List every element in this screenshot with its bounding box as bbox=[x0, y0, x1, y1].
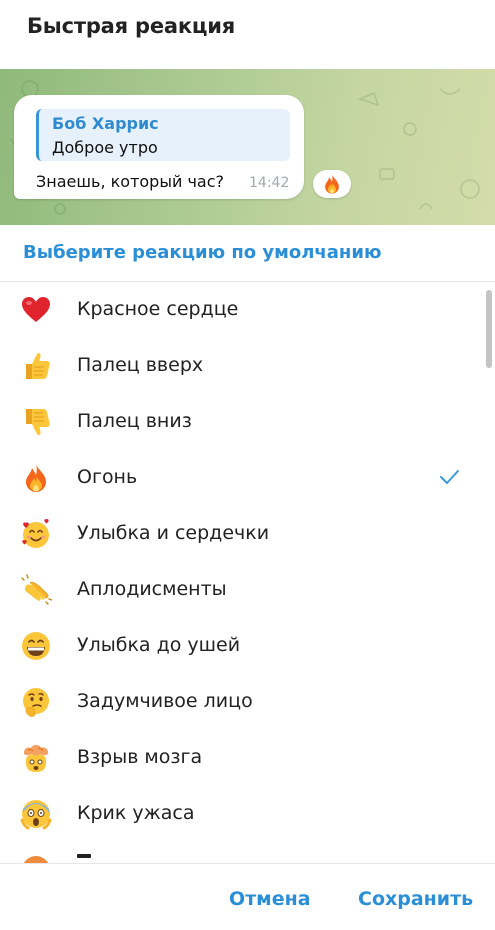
fire-icon bbox=[325, 174, 339, 194]
exploding-head-icon bbox=[23, 745, 49, 772]
reaction-label: Палец вниз bbox=[77, 410, 192, 432]
divider bbox=[0, 863, 495, 864]
screaming-face-icon bbox=[20, 800, 52, 830]
reaction-list: Красное сердце Палец вверх Палец вниз Ог… bbox=[0, 282, 495, 863]
reaction-item-partial[interactable] bbox=[0, 842, 480, 863]
reaction-label: Огонь bbox=[77, 466, 138, 488]
thumbs-down-icon bbox=[26, 409, 50, 436]
reaction-label: Аплодисменты bbox=[77, 578, 227, 600]
beaming-face-icon bbox=[22, 632, 50, 660]
reaction-item-clapping[interactable]: Аплодисменты bbox=[0, 562, 480, 618]
reaction-label: Задумчивое лицо bbox=[77, 690, 253, 712]
reply-author: Боб Харрис bbox=[52, 114, 159, 133]
thumbs-up-icon bbox=[26, 352, 50, 379]
message-time: 14:42 bbox=[249, 175, 290, 191]
reaction-label: Крик ужаса bbox=[77, 802, 195, 824]
section-label: Выберите реакцию по умолчанию bbox=[23, 242, 382, 263]
reaction-label: Красное сердце bbox=[77, 298, 239, 320]
reaction-item-thumbs-up[interactable]: Палец вверх bbox=[0, 338, 480, 394]
scrollbar[interactable] bbox=[486, 290, 492, 855]
save-button[interactable]: Сохранить bbox=[358, 888, 473, 910]
reaction-label-partial bbox=[77, 854, 91, 858]
reaction-item-red-heart[interactable]: Красное сердце bbox=[0, 282, 480, 338]
reaction-label: Взрыв мозга bbox=[77, 746, 203, 768]
reply-text: Доброе утро bbox=[52, 138, 158, 157]
fire-icon bbox=[26, 464, 46, 492]
smiling-face-with-hearts-icon bbox=[22, 519, 49, 548]
reaction-item-beaming[interactable]: Улыбка до ушей bbox=[0, 618, 480, 674]
cancel-button[interactable]: Отмена bbox=[229, 888, 311, 910]
reaction-item-smiling-hearts[interactable]: Улыбка и сердечки bbox=[0, 506, 480, 562]
chat-preview: Боб Харрис Доброе утро Знаешь, который ч… bbox=[0, 69, 495, 225]
clapping-hands-icon bbox=[21, 574, 52, 605]
message-bubble: Боб Харрис Доброе утро Знаешь, который ч… bbox=[14, 95, 304, 199]
reaction-item-exploding-head[interactable]: Взрыв мозга bbox=[0, 730, 480, 786]
reaction-item-thumbs-down[interactable]: Палец вниз bbox=[0, 394, 480, 450]
reply-quote[interactable]: Боб Харрис Доброе утро bbox=[36, 109, 290, 161]
reaction-label: Улыбка до ушей bbox=[77, 634, 241, 656]
message-text: Знаешь, который час? bbox=[36, 172, 224, 191]
thinking-face-icon bbox=[23, 688, 49, 717]
message-reaction[interactable] bbox=[313, 170, 351, 198]
dialog-title: Быстрая реакция bbox=[27, 14, 236, 38]
reaction-item-screaming[interactable]: Крик ужаса bbox=[0, 786, 480, 842]
scrollbar-thumb[interactable] bbox=[486, 290, 492, 368]
reaction-label: Улыбка и сердечки bbox=[77, 522, 270, 544]
checkmark-icon bbox=[440, 470, 459, 484]
reaction-label: Палец вверх bbox=[77, 354, 204, 376]
reaction-item-fire[interactable]: Огонь bbox=[0, 450, 480, 506]
angry-face-icon bbox=[23, 856, 49, 863]
reaction-item-thinking[interactable]: Задумчивое лицо bbox=[0, 674, 480, 730]
red-heart-icon bbox=[22, 297, 50, 322]
quick-reaction-dialog: Быстрая реакция Боб Харрис Доброе утро З… bbox=[0, 0, 495, 930]
